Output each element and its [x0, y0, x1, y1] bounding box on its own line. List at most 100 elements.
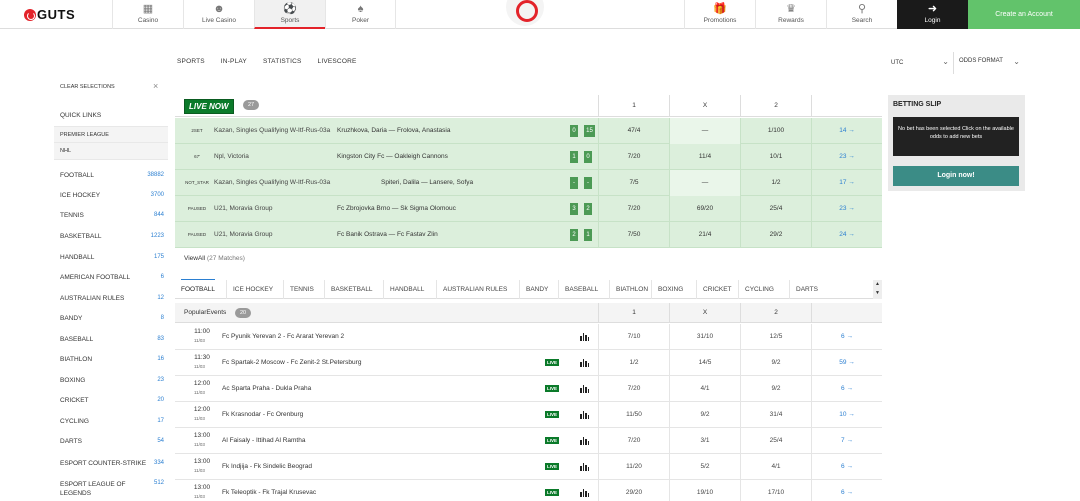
login-button[interactable]: ➜ Login [897, 0, 968, 29]
quick-link-nhl[interactable]: NHL [54, 143, 168, 160]
live-match-row[interactable]: PAUSED U21, Moravia Group Fc Zbrojovka Brn… [175, 196, 882, 222]
sport-tab[interactable]: BASEBALL [558, 280, 604, 299]
odds-home[interactable]: 1/2 [598, 350, 669, 376]
odds-away[interactable]: 17/10 [740, 480, 811, 501]
nav-tab-sports[interactable]: ⚽ Sports [254, 0, 325, 29]
nav-tab-poker[interactable]: ♠ Poker [325, 0, 396, 29]
odds-away[interactable]: 25/4 [740, 196, 811, 222]
more-markets-link[interactable]: 6 → [811, 454, 882, 480]
sport-tab[interactable]: CYCLING [738, 280, 780, 299]
live-match-row[interactable]: 67' Npl, Victoria Kingston City Fc — Oakle… [175, 144, 882, 170]
odds-draw[interactable]: 11/4 [669, 144, 740, 170]
odds-home[interactable]: 29/20 [598, 480, 669, 501]
odds-home[interactable]: 7/20 [598, 428, 669, 454]
more-markets-link[interactable]: 7 → [811, 428, 882, 454]
statistics-icon[interactable] [580, 437, 589, 445]
odds-draw[interactable]: 21/4 [669, 222, 740, 248]
sport-tab[interactable]: BOXING [651, 280, 689, 299]
more-markets-link[interactable]: 6 → [811, 480, 882, 501]
more-markets-link[interactable]: 6 → [811, 324, 882, 350]
login-now-button[interactable]: Login now! [893, 166, 1019, 186]
event-row[interactable]: 11:30 11/03 Fc Spartak-2 Moscow - Fc Zenit… [175, 350, 882, 376]
sport-tab[interactable]: TENNIS [283, 280, 320, 299]
more-markets-link[interactable]: 17 → [811, 170, 882, 196]
more-markets-link[interactable]: 10 → [811, 402, 882, 428]
sport-tab[interactable]: ICE HOCKEY [226, 280, 279, 299]
nav-tab-rewards[interactable]: ♛ Rewards [755, 0, 826, 29]
odds-away[interactable]: 1/2 [740, 170, 811, 196]
statistics-icon[interactable] [580, 463, 589, 471]
timezone-select[interactable]: UTC ⌄ [887, 52, 954, 74]
odds-draw[interactable]: 5/2 [669, 454, 740, 480]
event-row[interactable]: 12:00 11/03 Fk Krasnodar - Fc Orenburg LIVE… [175, 402, 882, 428]
odds-home[interactable]: 7/50 [598, 222, 669, 248]
odds-draw[interactable]: 14/5 [669, 350, 740, 376]
odds-draw[interactable]: — [669, 170, 740, 196]
live-match-row[interactable]: 2SET Kazan, Singles Qualifying W-Itf-Rus-… [175, 118, 882, 144]
live-match-row[interactable]: PAUSED U21, Moravia Group Fc Banik Ostrava… [175, 222, 882, 248]
odds-draw[interactable]: — [669, 118, 740, 144]
subnav-statistics[interactable]: STATISTICS [263, 58, 302, 65]
subnav-livescore[interactable]: LIVESCORE [318, 58, 357, 65]
odds-away[interactable]: 25/4 [740, 428, 811, 454]
nav-tab-promotions[interactable]: 🎁 Promotions [684, 0, 755, 29]
event-row[interactable]: 13:00 11/03 Fk Indjija - Fk Sindelic Beogr… [175, 454, 882, 480]
sport-tab[interactable]: AUSTRALIAN RULES [436, 280, 513, 299]
sport-tab[interactable]: HANDBALL [383, 280, 430, 299]
quick-link-premier-league[interactable]: PREMIER LEAGUE [54, 126, 168, 143]
odds-home[interactable]: 7/10 [598, 324, 669, 350]
odds-home[interactable]: 7/20 [598, 196, 669, 222]
odds-away[interactable]: 10/1 [740, 144, 811, 170]
statistics-icon[interactable] [580, 411, 589, 419]
odds-away[interactable]: 31/4 [740, 402, 811, 428]
more-markets-link[interactable]: 23 → [811, 144, 882, 170]
odds-draw[interactable]: 9/2 [669, 402, 740, 428]
odds-home[interactable]: 11/50 [598, 402, 669, 428]
statistics-icon[interactable] [580, 489, 589, 497]
subnav-sports[interactable]: SPORTS [177, 58, 205, 65]
nav-tab-live-casino[interactable]: ☻ Live Casino [183, 0, 254, 29]
odds-home[interactable]: 7/20 [598, 376, 669, 402]
odds-draw[interactable]: 31/10 [669, 324, 740, 350]
sport-tab[interactable]: DARTS [789, 280, 824, 299]
odds-draw[interactable]: 69/20 [669, 196, 740, 222]
odds-home[interactable]: 7/5 [598, 170, 669, 196]
odds-draw[interactable]: 19/10 [669, 480, 740, 501]
odds-draw[interactable]: 4/1 [669, 376, 740, 402]
sport-tab[interactable]: BANDY [519, 280, 554, 299]
odds-away[interactable]: 4/1 [740, 454, 811, 480]
odds-away[interactable]: 12/5 [740, 324, 811, 350]
statistics-icon[interactable] [580, 333, 589, 341]
close-icon[interactable]: × [153, 81, 158, 91]
clear-selections-link[interactable]: CLEAR SELECTIONS [60, 84, 115, 90]
nav-tab-search[interactable]: ⚲ Search [826, 0, 897, 29]
create-account-button[interactable]: Create an Account [968, 0, 1080, 29]
odds-home[interactable]: 11/20 [598, 454, 669, 480]
sport-tab[interactable]: BIATHLON [609, 280, 654, 299]
odds-home[interactable]: 7/20 [598, 144, 669, 170]
subnav-in-play[interactable]: IN-PLAY [221, 58, 247, 65]
more-markets-link[interactable]: 6 → [811, 376, 882, 402]
sport-tab[interactable]: CRICKET [696, 280, 738, 299]
sport-tab[interactable]: BASKETBALL [324, 280, 379, 299]
odds-away[interactable]: 9/2 [740, 350, 811, 376]
odds-away[interactable]: 9/2 [740, 376, 811, 402]
statistics-icon[interactable] [580, 385, 589, 393]
more-markets-link[interactable]: 24 → [811, 222, 882, 248]
live-match-row[interactable]: NOT_STAR Kazan, Singles Qualifying W-Itf-… [175, 170, 882, 196]
sport-tab[interactable]: FOOTBALL [175, 279, 221, 299]
more-markets-link[interactable]: 14 → [811, 118, 882, 144]
odds-draw[interactable]: 3/1 [669, 428, 740, 454]
more-markets-link[interactable]: 23 → [811, 196, 882, 222]
odds-away[interactable]: 1/100 [740, 118, 811, 144]
statistics-icon[interactable] [580, 359, 589, 367]
more-markets-link[interactable]: 59 → [811, 350, 882, 376]
guts-logo[interactable]: GUTS [24, 7, 75, 22]
view-all-link[interactable]: ViewAll (27 Matches) [184, 255, 245, 262]
event-row[interactable]: 11:00 11/03 Fc Pyunik Yerevan 2 - Fc Arara… [175, 324, 882, 350]
event-row[interactable]: 13:00 11/03 Al Faisaly - Ittihad Al Ramtha… [175, 428, 882, 454]
odds-away[interactable]: 29/2 [740, 222, 811, 248]
tabs-scroll-arrows-icon[interactable]: ▲ ▼ [873, 280, 882, 299]
event-row[interactable]: 12:00 11/03 Ac Sparta Praha - Dukla Praha L… [175, 376, 882, 402]
odds-home[interactable]: 47/4 [598, 118, 669, 144]
